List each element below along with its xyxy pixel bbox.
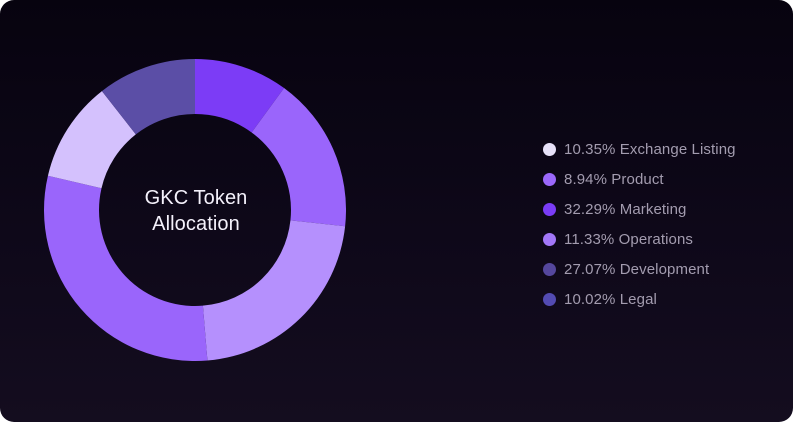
legend-swatch xyxy=(543,232,556,246)
legend-label: 27.07% Development xyxy=(564,260,710,278)
donut-slice-2 xyxy=(202,220,346,361)
legend-label: 10.35% Exchange Listing xyxy=(564,140,736,158)
legend-swatch xyxy=(543,262,556,276)
legend-item: 27.07% Development xyxy=(543,254,736,284)
legend-item: 10.02% Legal xyxy=(543,284,736,314)
legend-label: 8.94% Product xyxy=(564,170,664,188)
legend-swatch xyxy=(543,292,556,306)
legend-item: 8.94% Product xyxy=(543,164,736,194)
legend: 10.35% Exchange Listing 8.94% Product 32.2… xyxy=(543,134,736,314)
legend-item: 11.33% Operations xyxy=(543,224,736,254)
donut-chart: GKC Token Allocation xyxy=(44,59,346,361)
legend-label: 11.33% Operations xyxy=(564,230,694,248)
legend-swatch xyxy=(543,202,556,216)
chart-card: GKC Token Allocation 10.35% Exchange Lis… xyxy=(0,0,793,422)
legend-label: 10.02% Legal xyxy=(564,290,657,308)
legend-item: 32.29% Marketing xyxy=(543,194,736,224)
chart-title: GKC Token Allocation xyxy=(144,187,248,235)
legend-swatch xyxy=(543,142,556,156)
legend-swatch xyxy=(543,172,556,186)
legend-label: 32.29% Marketing xyxy=(564,200,687,218)
legend-item: 10.35% Exchange Listing xyxy=(543,134,736,164)
